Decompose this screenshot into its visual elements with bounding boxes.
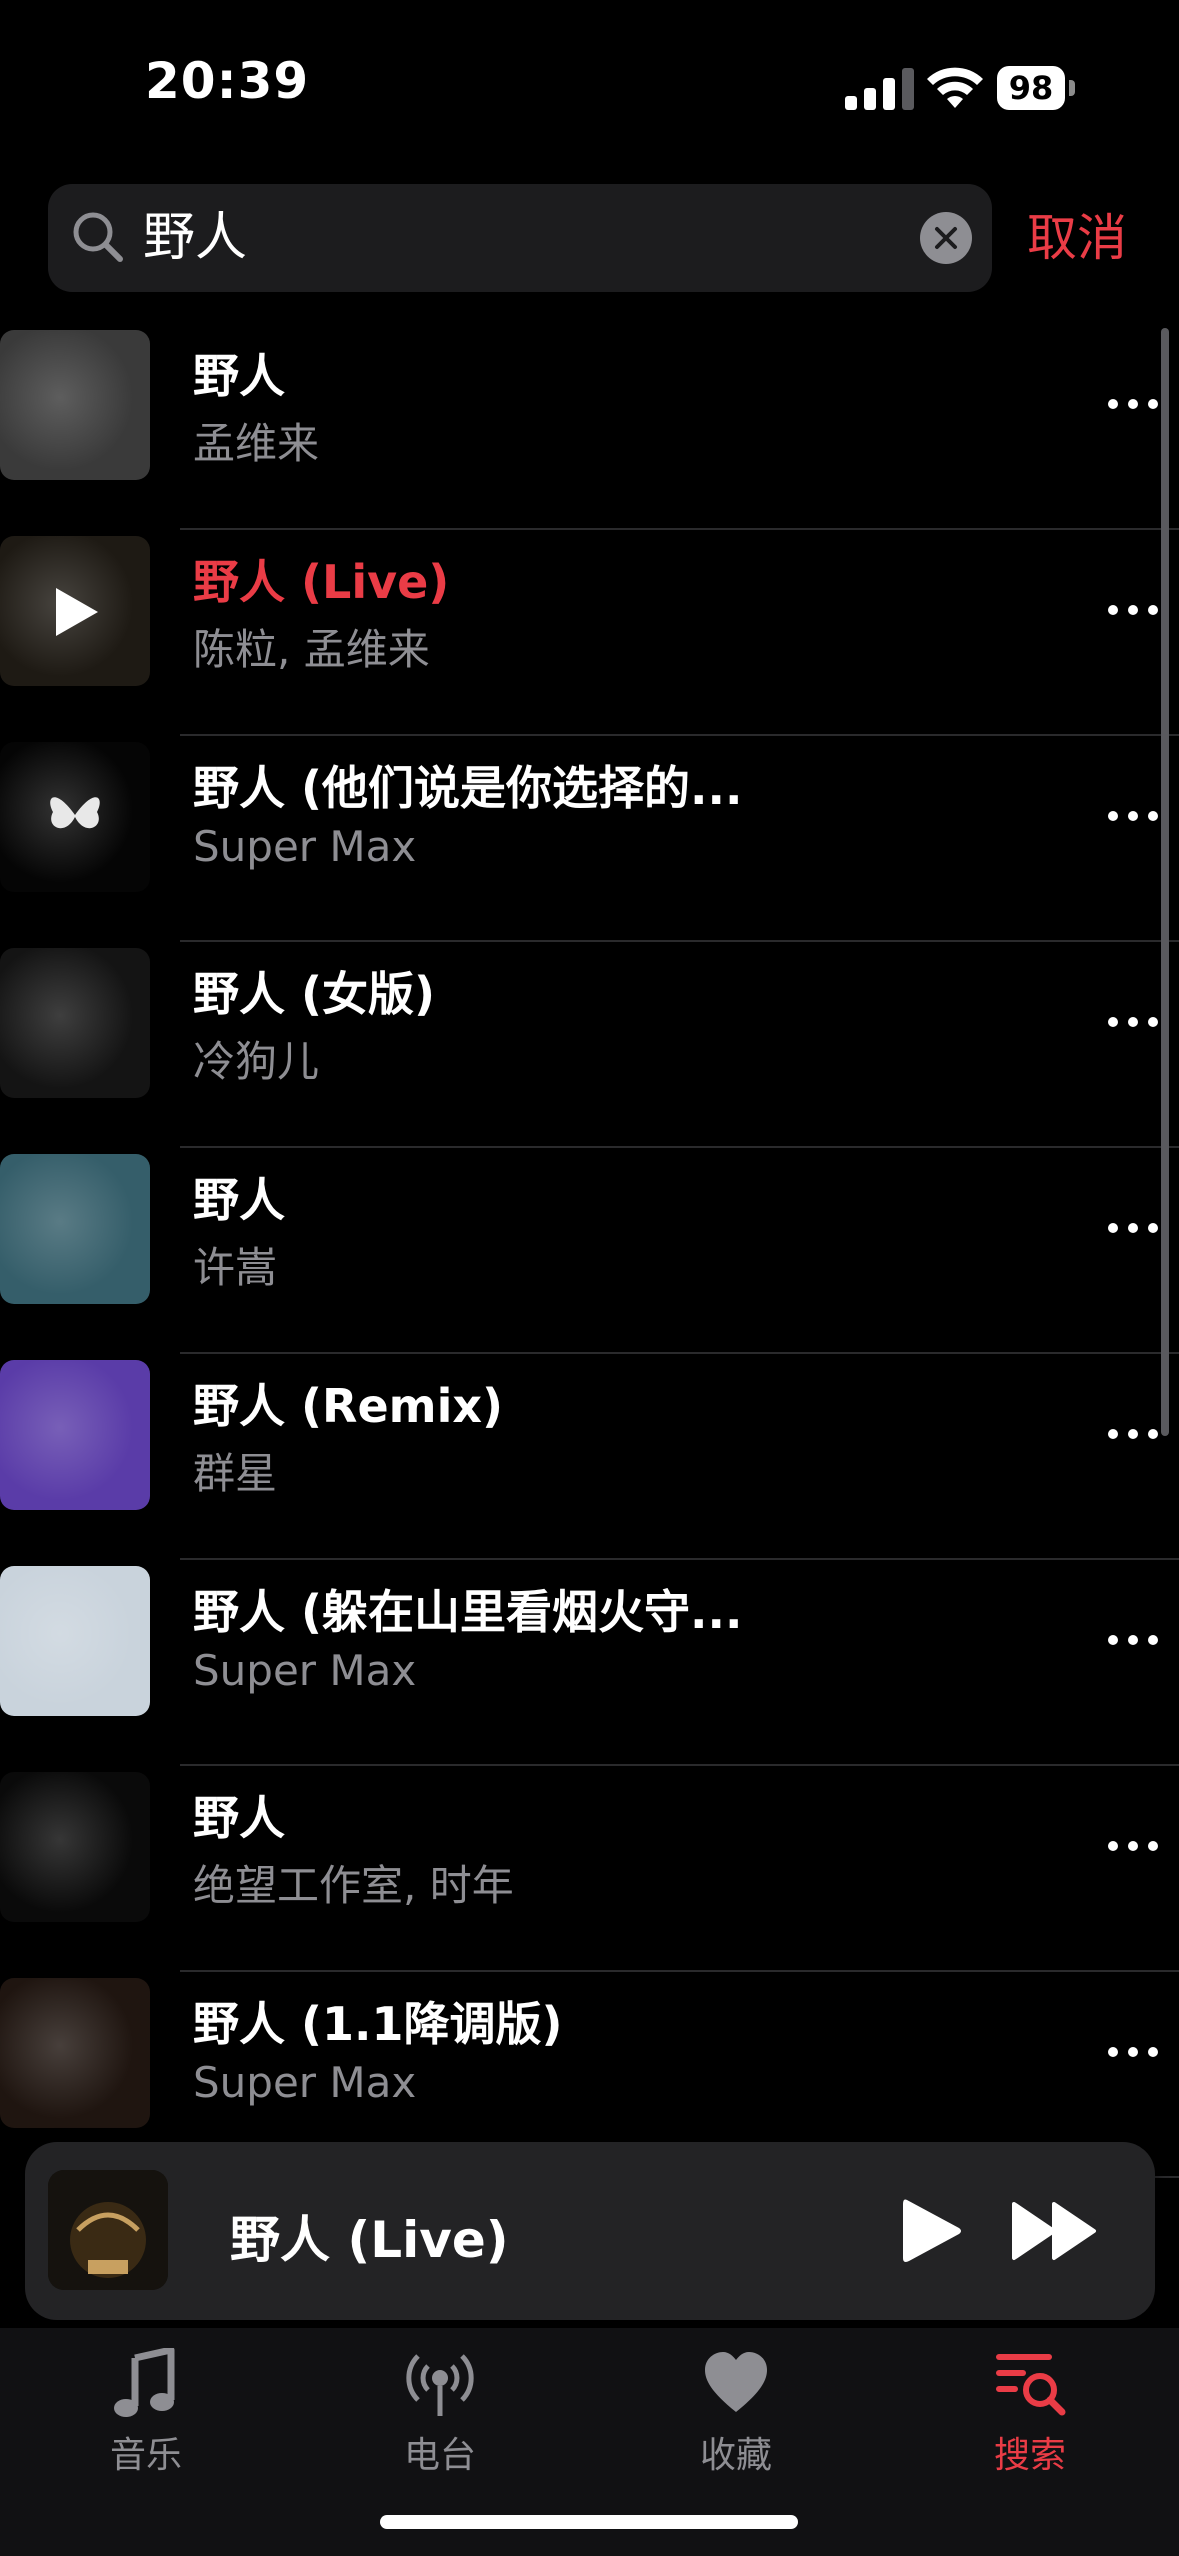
song-artist: 冷狗儿	[193, 1037, 320, 1086]
tab-search[interactable]: 搜索	[930, 2348, 1130, 2488]
more-options-icon[interactable]	[1105, 1424, 1161, 1444]
song-artist: Super Max	[193, 822, 417, 871]
more-options-icon[interactable]	[1105, 394, 1161, 414]
song-artist: 绝望工作室, 时年	[193, 1861, 514, 1910]
album-art	[0, 1566, 150, 1716]
song-title: 野人 (女版)	[193, 967, 436, 1021]
search-list-icon	[996, 2354, 1066, 2416]
result-row[interactable]: 野人 (Live) 陈粒, 孟维来	[0, 530, 1179, 736]
status-bar: 20:39 98	[0, 0, 1179, 170]
album-art	[0, 1978, 150, 2128]
play-button[interactable]	[895, 2196, 965, 2266]
album-art	[0, 1154, 150, 1304]
album-art	[0, 330, 150, 480]
radio-icon	[406, 2354, 474, 2416]
close-icon	[935, 227, 957, 249]
battery-level: 98	[997, 66, 1065, 110]
tab-label: 电台	[403, 2435, 476, 2476]
more-options-icon[interactable]	[1105, 600, 1161, 620]
heart-icon	[705, 2352, 767, 2412]
search-field[interactable]: 野人	[48, 184, 992, 292]
result-row[interactable]: 野人 (他们说是你选择的... Super Max	[0, 736, 1179, 942]
more-options-icon[interactable]	[1105, 1012, 1161, 1032]
more-options-icon[interactable]	[1105, 1630, 1161, 1650]
song-artist: Super Max	[193, 1646, 417, 1695]
tab-music[interactable]: 音乐	[46, 2348, 246, 2488]
album-art	[0, 536, 150, 686]
song-title: 野人 (1.1降调版)	[193, 1997, 563, 2051]
result-row[interactable]: 野人 孟维来	[0, 324, 1179, 530]
more-options-icon[interactable]	[1105, 1836, 1161, 1856]
now-playing-art	[48, 2170, 168, 2290]
butterfly-icon	[50, 797, 100, 829]
song-title: 野人	[193, 1173, 285, 1227]
tab-favorites[interactable]: 收藏	[636, 2348, 836, 2488]
album-art	[0, 948, 150, 1098]
song-title: 野人	[193, 1791, 285, 1845]
result-row[interactable]: 野人 (女版) 冷狗儿	[0, 942, 1179, 1148]
scrollbar[interactable]	[1161, 328, 1169, 1436]
more-options-icon[interactable]	[1105, 806, 1161, 826]
album-art	[0, 1772, 150, 1922]
home-indicator	[380, 2515, 798, 2529]
play-icon	[56, 588, 98, 636]
result-row[interactable]: 野人 许嵩	[0, 1148, 1179, 1354]
song-artist: 孟维来	[193, 419, 320, 468]
battery-icon: 98	[997, 66, 1075, 110]
search-input[interactable]: 野人	[143, 202, 247, 274]
cellular-signal-icon	[845, 68, 914, 110]
tab-radio[interactable]: 电台	[340, 2348, 540, 2488]
song-title: 野人 (Remix)	[193, 1379, 504, 1433]
song-title: 野人	[193, 349, 285, 403]
result-row[interactable]: 野人 (Remix) 群星	[0, 1354, 1179, 1560]
song-title: 野人 (他们说是你选择的...	[193, 761, 743, 815]
cancel-button[interactable]: 取消	[1027, 205, 1127, 271]
status-time: 20:39	[145, 52, 310, 110]
music-note-icon	[114, 2348, 175, 2417]
more-options-icon[interactable]	[1105, 2042, 1161, 2062]
result-row[interactable]: 野人 (躲在山里看烟火守... Super Max	[0, 1560, 1179, 1766]
tab-label: 音乐	[109, 2435, 182, 2476]
song-title: 野人 (躲在山里看烟火守...	[193, 1585, 743, 1639]
search-icon	[73, 212, 123, 262]
result-row[interactable]: 野人 绝望工作室, 时年	[0, 1766, 1179, 1972]
song-artist: 许嵩	[193, 1243, 278, 1292]
song-artist: 陈粒, 孟维来	[193, 625, 430, 674]
song-title: 野人 (Live)	[193, 555, 450, 609]
next-track-button[interactable]	[1010, 2200, 1100, 2262]
clear-search-button[interactable]	[920, 212, 972, 264]
tab-label: 搜索	[993, 2435, 1066, 2476]
tab-label: 收藏	[699, 2435, 772, 2476]
more-options-icon[interactable]	[1105, 1218, 1161, 1238]
album-art	[0, 742, 150, 892]
now-playing-title: 野人 (Live)	[230, 2211, 509, 2269]
wifi-icon	[927, 67, 983, 108]
song-artist: Super Max	[193, 2058, 417, 2107]
song-artist: 群星	[193, 1449, 278, 1498]
album-art	[0, 1360, 150, 1510]
mini-player[interactable]: 野人 (Live)	[25, 2142, 1155, 2320]
